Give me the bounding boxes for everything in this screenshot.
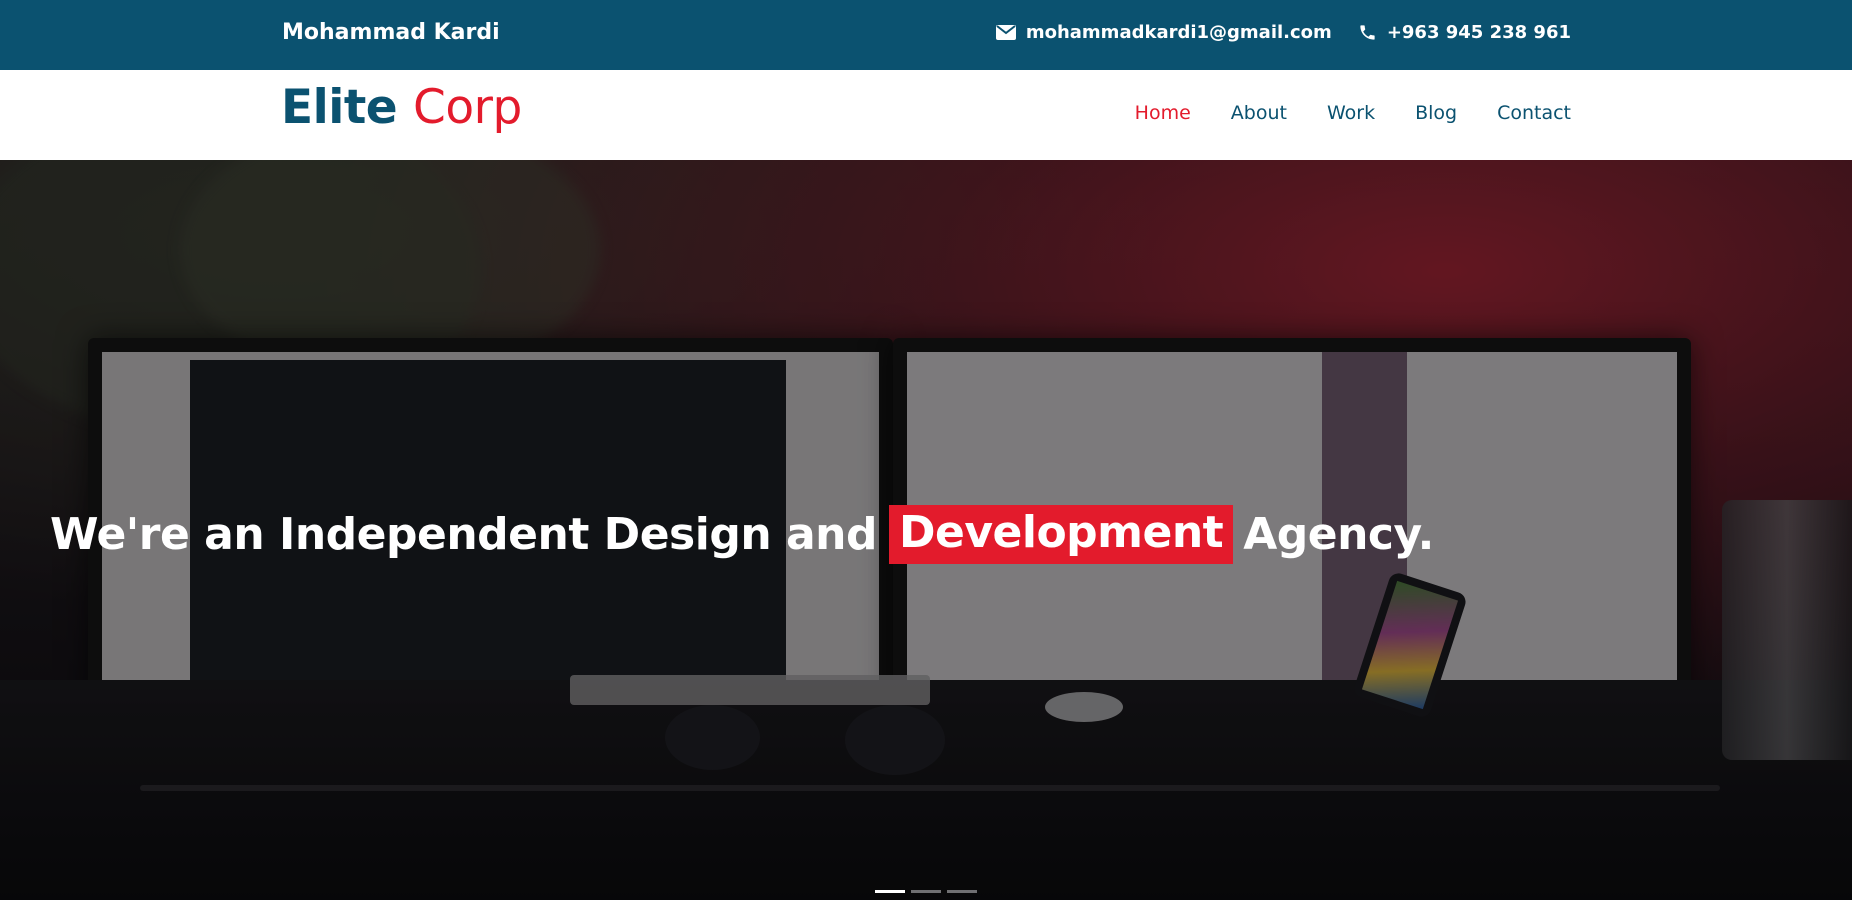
site-logo[interactable]: Elite Corp [281, 80, 522, 135]
top-contact-bar: Mohammad Kardi mohammadkardi1@gmail.com … [0, 0, 1852, 70]
main-nav: Home About Work Blog Contact [1135, 102, 1571, 124]
hero-headline: We're an Independent Design and Developm… [50, 505, 1434, 564]
owner-name: Mohammad Kardi [282, 20, 500, 45]
slider-dot-1[interactable] [875, 890, 905, 893]
headline-text-after: Agency. [1243, 509, 1434, 560]
slider-dot-2[interactable] [911, 890, 941, 893]
logo-corp: Corp [413, 80, 522, 135]
envelope-icon [995, 25, 1016, 40]
logo-elite: Elite [281, 80, 398, 135]
headline-text-before: We're an Independent Design and [50, 509, 877, 560]
nav-blog[interactable]: Blog [1415, 102, 1457, 124]
email-contact[interactable]: mohammadkardi1@gmail.com [995, 22, 1332, 43]
slider-indicators [875, 890, 977, 893]
phone-icon [1360, 25, 1375, 40]
nav-about[interactable]: About [1231, 102, 1287, 124]
phone-contact[interactable]: +963 945 238 961 [1358, 22, 1571, 43]
contact-info: mohammadkardi1@gmail.com +963 945 238 96… [995, 22, 1571, 43]
nav-work[interactable]: Work [1327, 102, 1375, 124]
nav-contact[interactable]: Contact [1497, 102, 1571, 124]
headline-highlight: Development [888, 505, 1234, 564]
phone-text[interactable]: +963 945 238 961 [1387, 22, 1571, 43]
hero-slider: We're an Independent Design and Developm… [0, 160, 1852, 900]
site-header: Elite Corp Home About Work Blog Contact [0, 70, 1852, 160]
nav-home[interactable]: Home [1135, 102, 1191, 124]
slider-dot-3[interactable] [947, 890, 977, 893]
email-text[interactable]: mohammadkardi1@gmail.com [1026, 22, 1332, 43]
